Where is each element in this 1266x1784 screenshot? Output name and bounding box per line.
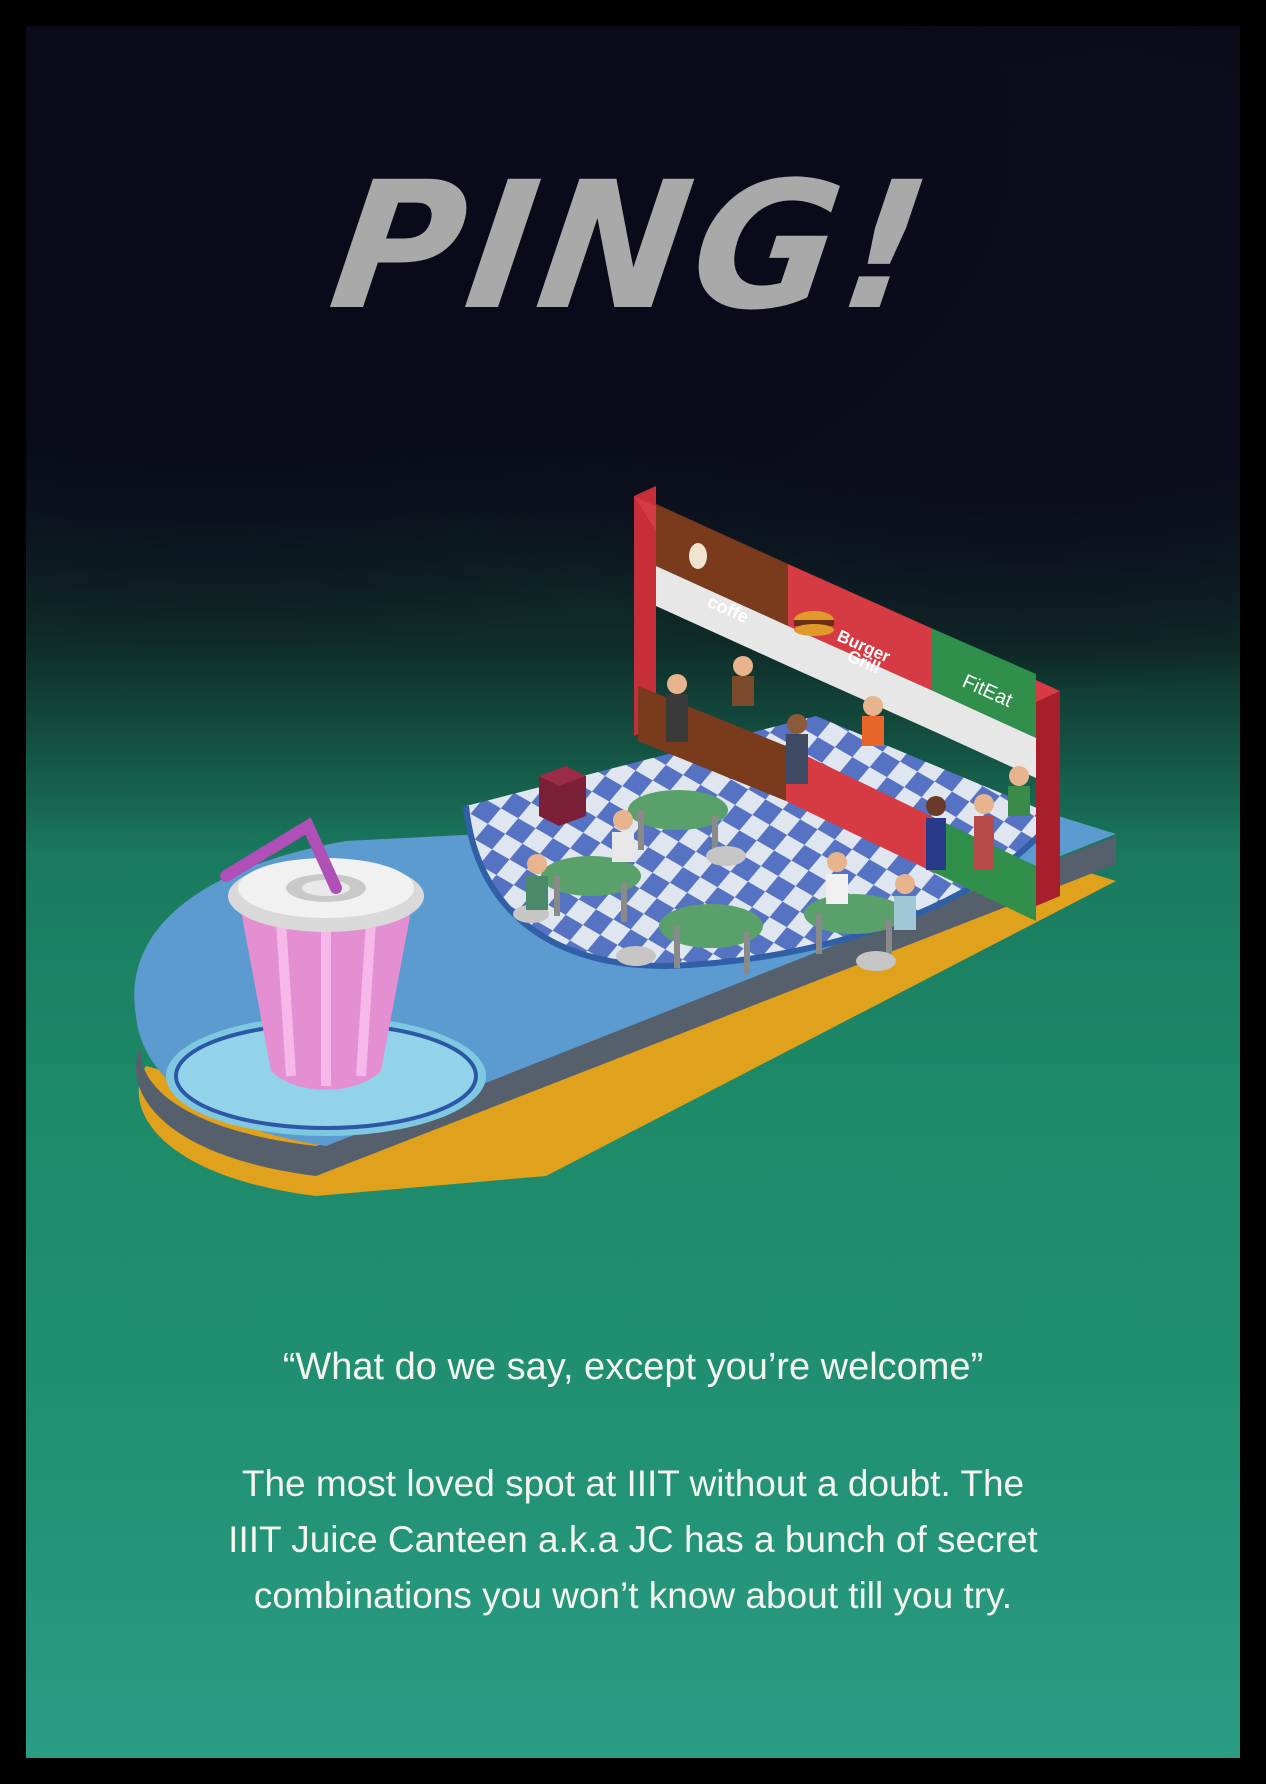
description-line-2: IIIT Juice Canteen a.k.a JC has a bunch … [228, 1519, 1038, 1560]
trash-bin-icon [539, 766, 586, 826]
description: The most loved spot at IIIT without a do… [126, 1456, 1140, 1624]
description-line-3: combinations you won’t know about till y… [253, 1575, 1013, 1616]
poster: PING! coffe Burger Grill FitEat “What do… [0, 0, 1266, 1784]
quote-text: “What do we say, except you’re welcome” [282, 1346, 984, 1388]
coffee-bean-icon [689, 543, 707, 569]
description-line-1: The most loved spot at IIIT without a do… [241, 1463, 1025, 1504]
poster-background: PING! coffe Burger Grill FitEat “What do… [26, 26, 1240, 1758]
burger-icon [794, 611, 834, 636]
